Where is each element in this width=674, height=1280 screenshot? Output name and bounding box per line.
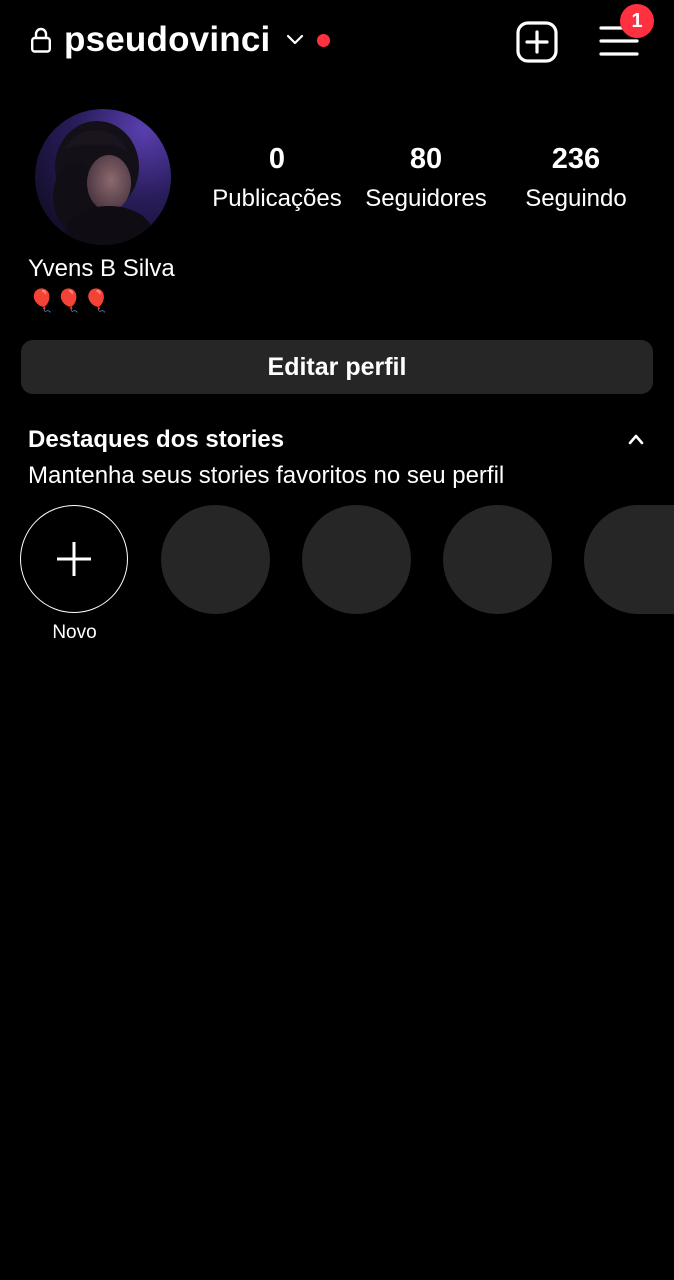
top-bar: pseudovinci 1 [0, 0, 674, 82]
posts-count-label: Publicações [212, 185, 342, 212]
highlight-placeholder [584, 505, 674, 614]
followers-count[interactable]: 80 Seguidores [341, 140, 511, 214]
new-highlight-label: Novo [52, 622, 97, 643]
profile-avatar[interactable] [35, 109, 171, 245]
highlights-title: Destaques dos stories [28, 426, 285, 453]
posts-count-value: 0 [268, 143, 286, 175]
profile-display-name: Yvens B Silva [28, 255, 175, 282]
plus-square-icon[interactable] [515, 20, 559, 64]
chevron-up-icon[interactable] [627, 432, 645, 446]
plus-icon [57, 542, 91, 576]
highlight-placeholder [161, 505, 270, 614]
avatar-photo [35, 109, 171, 245]
highlight-placeholder [302, 505, 411, 614]
edit-profile-button[interactable]: Editar perfil [21, 340, 653, 394]
account-username[interactable]: pseudovinci [64, 18, 270, 62]
following-count[interactable]: 236 Seguindo [491, 140, 661, 214]
notification-badge: 1 [620, 4, 654, 38]
highlights-subtitle: Mantenha seus stories favoritos no seu p… [28, 462, 505, 489]
followers-count-label: Seguidores [365, 185, 487, 212]
profile-bio: 🎈🎈🎈 [28, 288, 111, 313]
highlight-placeholder [443, 505, 552, 614]
following-count-label: Seguindo [525, 185, 627, 212]
chevron-down-icon[interactable] [285, 30, 305, 50]
following-count-value: 236 [551, 143, 601, 175]
lock-icon [31, 27, 52, 53]
new-activity-dot [317, 34, 330, 47]
posts-count[interactable]: 0 Publicações [192, 140, 362, 214]
followers-count-value: 80 [409, 143, 443, 175]
